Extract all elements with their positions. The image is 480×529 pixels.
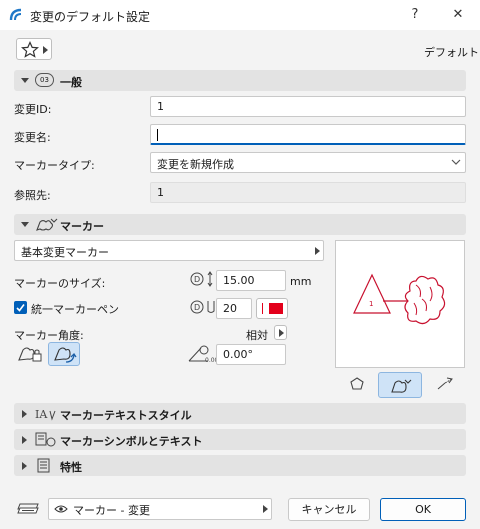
layer-arrow-icon [263, 505, 268, 513]
default-label: デフォルト [424, 46, 479, 59]
favorites-button[interactable] [16, 38, 52, 60]
angle-value-icon: 0.00 [188, 345, 216, 364]
text-caret [157, 129, 158, 141]
section-symbol-text-header[interactable]: マーカーシンボルとテキスト [14, 429, 466, 450]
section-text-style-header[interactable]: IA マーカーテキストスタイル [14, 403, 466, 424]
section-marker-title: マーカー [60, 220, 104, 233]
marker-size-field[interactable]: 15.00 [216, 270, 286, 291]
chevron-down-icon [451, 159, 461, 165]
pen-number-field[interactable]: 20 [216, 298, 252, 319]
angle-value-field[interactable]: 0.00° [216, 344, 286, 365]
section-properties-header[interactable]: 特性 [14, 455, 466, 476]
pen-icon: D [190, 300, 215, 314]
rotate-angle-icon [54, 347, 77, 363]
cancel-button[interactable]: キャンセル [288, 498, 370, 521]
expand-arrow-icon [22, 462, 27, 470]
section-general-header[interactable]: 03 一般 [14, 70, 466, 91]
marker-type-value: 変更を新規作成 [157, 158, 234, 171]
text-style-icon: IA [35, 408, 56, 421]
change-name-label: 変更名: [14, 131, 51, 144]
collapse-arrow-icon [21, 222, 29, 227]
collapse-arrow-icon [21, 78, 29, 83]
checkmark-icon [16, 304, 25, 312]
app-logo-icon [9, 8, 22, 21]
close-button[interactable]: ✕ [445, 4, 471, 26]
polygon-marker-icon[interactable] [349, 376, 365, 392]
marker-size-icon: D [190, 271, 213, 287]
preview-number: 1 [369, 300, 373, 308]
marker-icon [36, 218, 58, 231]
uniform-pen-label: 統一マーカーペン [31, 303, 119, 316]
title-bar: 変更のデフォルト設定 ? ✕ [0, 0, 480, 30]
angle-mode-arrow-icon [279, 329, 284, 337]
marker-style-value: 基本変更マーカー [21, 246, 109, 259]
star-icon [21, 41, 39, 58]
marker-preview-graphic: 1 [353, 273, 446, 325]
ok-button[interactable]: OK [380, 498, 466, 521]
layer-select[interactable]: マーカー - 変更 [48, 498, 272, 520]
marker-size-label: マーカーのサイズ: [14, 277, 106, 290]
eye-icon [54, 505, 68, 513]
marker-size-unit: mm [290, 275, 312, 288]
pen-color-swatch[interactable] [256, 298, 288, 319]
pen-color-fill [269, 303, 283, 314]
window-title: 変更のデフォルト設定 [30, 10, 151, 24]
section-symbol-text-title: マーカーシンボルとテキスト [60, 435, 203, 448]
change-id-label: 変更ID: [14, 103, 52, 116]
fixed-angle-icon[interactable] [16, 344, 44, 364]
svg-text:D: D [194, 275, 200, 284]
properties-icon [37, 458, 50, 473]
section-text-style-title: マーカーテキストスタイル [60, 409, 192, 422]
layer-value: マーカー - 変更 [73, 504, 150, 517]
reference-label: 参照先: [14, 189, 51, 202]
general-badge-icon: 03 [35, 73, 54, 87]
favorites-arrow-icon [43, 46, 48, 54]
pen-color-line [262, 303, 263, 314]
section-marker-header[interactable]: マーカー [14, 214, 466, 235]
marker-style-arrow-icon [315, 247, 320, 255]
layers-icon [17, 503, 39, 514]
cloud-marker-icon [391, 379, 412, 393]
marker-type-label: マーカータイプ: [14, 159, 95, 172]
angle-mode-label: 相対 [246, 329, 268, 342]
arrow-marker-icon[interactable] [436, 376, 454, 392]
angle-mode-button[interactable] [274, 325, 287, 340]
svg-text:0.00: 0.00 [205, 357, 216, 364]
help-button[interactable]: ? [402, 4, 428, 26]
change-id-field[interactable]: 1 [150, 96, 466, 117]
marker-angle-label: マーカー角度: [14, 329, 84, 342]
svg-text:D: D [194, 303, 200, 312]
change-name-field[interactable] [150, 124, 466, 145]
expand-arrow-icon [22, 410, 27, 418]
section-properties-title: 特性 [60, 461, 82, 474]
marker-type-select[interactable]: 変更を新規作成 [150, 152, 466, 173]
rotate-with-view-toggle[interactable] [48, 342, 80, 366]
reference-field: 1 [150, 182, 466, 203]
expand-arrow-icon [22, 436, 27, 444]
cloud-marker-toggle[interactable] [378, 372, 422, 398]
marker-preview: 1 [335, 240, 465, 368]
marker-style-select[interactable]: 基本変更マーカー [14, 240, 324, 261]
section-general-title: 一般 [60, 76, 82, 89]
svg-text:IA: IA [35, 408, 48, 421]
symbol-text-icon [35, 432, 56, 447]
uniform-pen-checkbox[interactable] [14, 301, 27, 314]
